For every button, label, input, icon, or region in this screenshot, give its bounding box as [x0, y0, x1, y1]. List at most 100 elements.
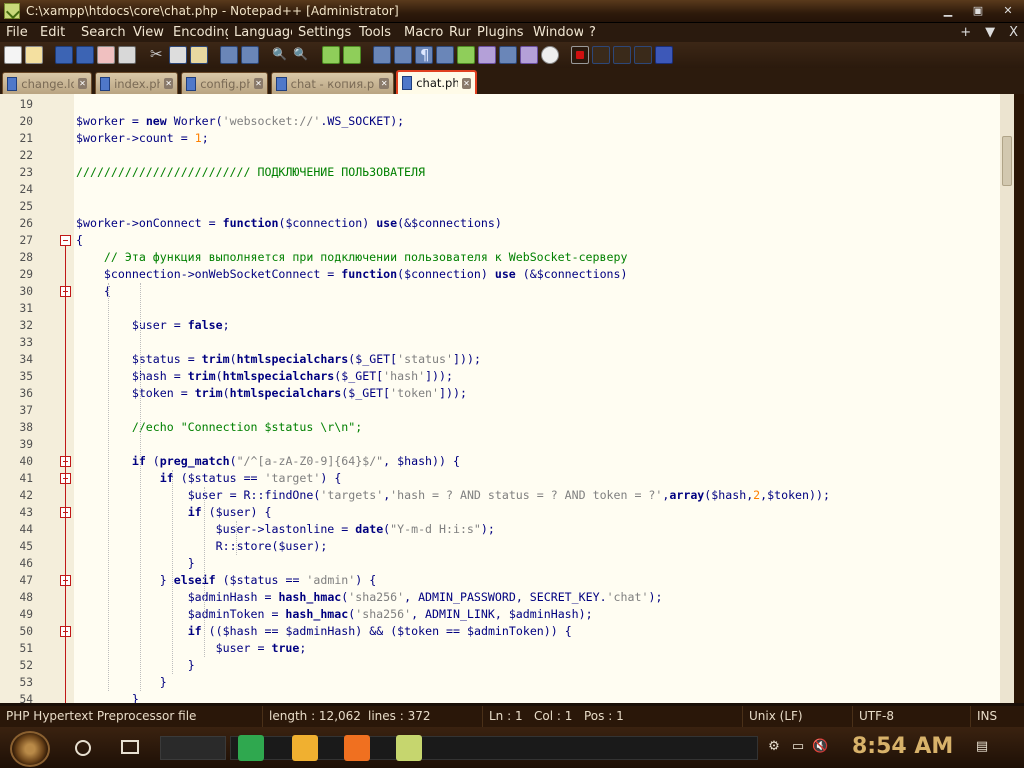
maximize-icon[interactable]: ▣ [968, 3, 988, 19]
tab-list-down-icon[interactable]: ▼ [985, 23, 995, 42]
file-explorer-icon[interactable] [292, 735, 318, 761]
xampp-icon[interactable] [344, 735, 370, 761]
tab-index-php[interactable]: index.php ✕ [95, 72, 178, 94]
code-line[interactable]: if ($user) { [76, 504, 272, 521]
code-line[interactable]: if (preg_match("/^[a-zA-Z0-9]{64}$/", $h… [76, 453, 460, 470]
show-all-chars-icon[interactable] [415, 46, 433, 64]
code-line[interactable]: $status = trim(htmlspecialchars($_GET['s… [76, 351, 481, 368]
code-line[interactable]: $user = R::findOne('targets','hash = ? A… [76, 487, 830, 504]
monitoring-icon[interactable] [541, 46, 559, 64]
taskbar-clock[interactable]: 8:54 AM [852, 734, 953, 759]
code-line[interactable]: { [76, 232, 83, 249]
zoom-in-icon[interactable] [322, 46, 340, 64]
menu-settings[interactable]: Settings [292, 23, 353, 42]
folder-workspace-icon[interactable] [520, 46, 538, 64]
code-line[interactable]: // Эта функция выполняется при подключен… [76, 249, 628, 266]
word-wrap-icon[interactable] [394, 46, 412, 64]
save-macro-icon[interactable] [655, 46, 673, 64]
close-doc-icon[interactable]: X [1009, 23, 1018, 42]
menu-encoding[interactable]: Encoding [167, 23, 228, 42]
minimize-icon[interactable]: ▁ [938, 3, 958, 19]
function-list-icon[interactable] [499, 46, 517, 64]
code-line[interactable]: } [76, 555, 195, 572]
tab-close-icon[interactable]: ✕ [77, 78, 87, 89]
code-line[interactable]: } elseif ($status == 'admin') { [76, 572, 376, 589]
menu-macro[interactable]: Macro [398, 23, 443, 42]
save-icon[interactable] [55, 46, 73, 64]
menu-run[interactable]: Run [443, 23, 471, 42]
menu-edit[interactable]: Edit [34, 23, 75, 42]
notepadpp-icon[interactable] [396, 735, 422, 761]
start-button-icon[interactable] [10, 731, 50, 767]
play-macro-icon[interactable] [613, 46, 631, 64]
code-line[interactable]: $worker->count = 1; [76, 130, 209, 147]
run-macro-multiple-icon[interactable] [634, 46, 652, 64]
menu-help[interactable]: ? [583, 23, 603, 42]
code-line[interactable]: $hash = trim(htmlspecialchars($_GET['has… [76, 368, 453, 385]
stop-macro-icon[interactable] [592, 46, 610, 64]
open-file-icon[interactable] [25, 46, 43, 64]
tab-close-icon[interactable]: ✕ [253, 78, 263, 89]
task-view-icon[interactable] [121, 740, 139, 754]
new-file-icon[interactable] [4, 46, 22, 64]
menu-file[interactable]: File [0, 23, 34, 42]
code-view[interactable]: $worker = new Worker('websocket://'.WS_S… [74, 94, 1000, 703]
save-all-icon[interactable] [76, 46, 94, 64]
code-line[interactable]: $worker->onConnect = function($connectio… [76, 215, 502, 232]
notes-app-icon[interactable] [238, 735, 264, 761]
code-line[interactable]: } [76, 674, 167, 691]
find-icon[interactable] [271, 46, 289, 64]
tab-close-icon[interactable]: ✕ [379, 78, 389, 89]
code-line[interactable]: if (($hash == $adminHash) && ($token == … [76, 623, 572, 640]
menu-tools[interactable]: Tools [353, 23, 398, 42]
menu-view[interactable]: View [127, 23, 167, 42]
cortana-icon[interactable] [75, 740, 91, 756]
tab-chat-copy-php[interactable]: chat - копия.php ✕ [271, 72, 394, 94]
code-line[interactable]: $user = true; [76, 640, 307, 657]
indent-guide-icon[interactable] [436, 46, 454, 64]
copy-icon[interactable] [169, 46, 187, 64]
code-line[interactable]: { [76, 283, 111, 300]
fold-toggle-icon[interactable] [60, 235, 71, 246]
code-line[interactable]: $user->lastonline = date("Y-m-d H:i:s"); [76, 521, 495, 538]
tab-close-icon[interactable]: ✕ [164, 78, 174, 89]
replace-icon[interactable] [292, 46, 310, 64]
taskbar-search-box[interactable] [160, 736, 226, 760]
vertical-scrollbar[interactable] [1000, 94, 1014, 703]
code-line[interactable]: } [76, 657, 195, 674]
volume-muted-icon[interactable]: 🔇 [812, 739, 828, 755]
tab-config-php[interactable]: config.php ✕ [181, 72, 268, 94]
notification-center-icon[interactable]: ▤ [974, 739, 990, 755]
code-line[interactable]: $token = trim(htmlspecialchars($_GET['to… [76, 385, 467, 402]
tray-settings-icon[interactable]: ⚙ [766, 739, 782, 755]
sync-scroll-icon[interactable] [373, 46, 391, 64]
doc-map-icon[interactable] [478, 46, 496, 64]
paste-icon[interactable] [190, 46, 208, 64]
code-line[interactable]: } [76, 691, 139, 703]
zoom-out-icon[interactable] [343, 46, 361, 64]
cut-icon[interactable] [148, 45, 166, 64]
code-line[interactable]: ///////////////////////// ПОДКЛЮЧЕНИЕ ПО… [76, 164, 425, 181]
record-macro-icon[interactable] [571, 46, 589, 64]
scrollbar-thumb[interactable] [1002, 136, 1012, 186]
code-line[interactable]: $adminHash = hash_hmac('sha256', ADMIN_P… [76, 589, 663, 606]
code-line[interactable]: R::store($user); [76, 538, 328, 555]
code-line[interactable]: $connection->onWebSocketConnect = functi… [76, 266, 628, 283]
editor-area[interactable]: 19 20 21 22 23 24 25 26 27 28 29 30 31 32 33 34 35 36 37 38… [0, 94, 1024, 706]
menu-search[interactable]: Search [75, 23, 127, 42]
menu-window[interactable]: Window [527, 23, 583, 42]
print-icon[interactable] [118, 46, 136, 64]
tab-close-icon[interactable]: ✕ [461, 77, 471, 89]
tab-change-log[interactable]: change.log ✕ [2, 72, 92, 94]
code-line[interactable]: $worker = new Worker('websocket://'.WS_S… [76, 113, 404, 130]
tab-chat-php[interactable]: chat.php ✕ [396, 70, 477, 94]
code-line[interactable]: //echo "Connection $status \r\n"; [76, 419, 362, 436]
menu-language[interactable]: Language [228, 23, 292, 42]
close-file-icon[interactable] [97, 46, 115, 64]
code-line[interactable]: $user = false; [76, 317, 230, 334]
redo-icon[interactable] [241, 46, 259, 64]
network-icon[interactable]: ▭ [790, 739, 806, 755]
new-tab-plus-icon[interactable]: + [960, 23, 971, 42]
code-line[interactable]: if ($status == 'target') { [76, 470, 342, 487]
undo-icon[interactable] [220, 46, 238, 64]
